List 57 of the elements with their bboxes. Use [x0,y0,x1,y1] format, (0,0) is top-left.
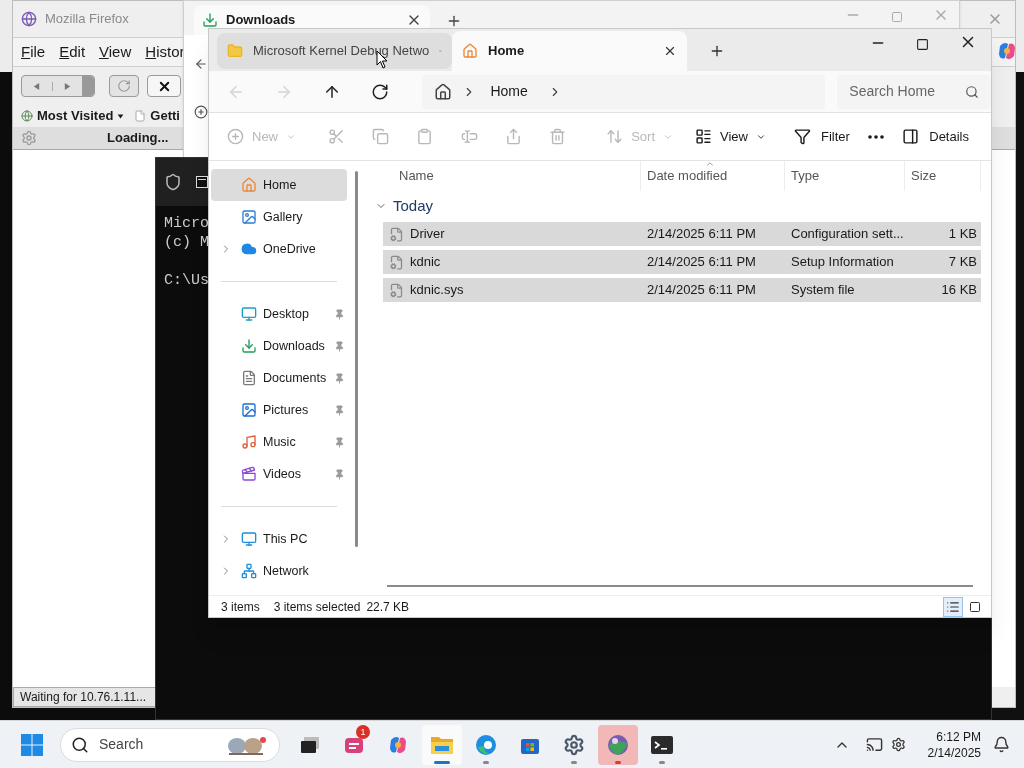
group-header: Today [393,195,434,216]
tab[interactable]: Home [452,31,687,71]
item-count: 3 items [221,598,260,616]
column-header[interactable]: Size [905,161,981,191]
console-line: (c) M [164,233,209,252]
bookmark[interactable]: Most Visited [21,106,125,126]
table-cell-text: System file [790,281,856,300]
column-header[interactable]: Date modified [641,161,785,191]
breadcrumb-item[interactable]: Home [490,81,528,102]
sidebar-item[interactable]: Music [211,426,347,458]
address-bar[interactable]: Home [422,74,826,109]
tab[interactable]: Microsoft Kernel Debug Netwo [217,33,452,69]
table-cell-text: 1 KB [947,225,978,244]
file-name: kdnic [410,253,441,272]
clock[interactable]: 6:12 PM 2/14/2025 [927,728,981,761]
console-line: Micro [164,214,209,233]
window-title: Mozilla Firefox [45,10,129,29]
search-field[interactable]: Search Home [837,74,991,109]
column-header[interactable]: Type [785,161,905,191]
table-cell-text: 2/14/2025 6:11 PM [646,253,757,272]
menu-item[interactable]: Edit [59,40,86,64]
notification-badge: 1 [356,724,370,739]
sidebar-item[interactable]: Videos [211,458,347,490]
table-cell-text: 7 KB [947,253,978,272]
column-header[interactable]: Name [383,161,641,191]
file-name: kdnic.sys [410,281,464,300]
file-row[interactable]: kdnic 2/14/2025 6:11 PM Setup Information 7 KB [383,250,981,274]
table-cell-text: Configuration sett... [790,225,905,244]
selection-size: 22.7 KB [366,598,410,616]
table-cell-text: 2/14/2025 6:11 PM [646,281,757,300]
sidebar-item[interactable]: OneDrive [211,233,347,265]
taskbar-app[interactable]: 1 [334,724,374,765]
loading-text: Loading... [107,129,169,148]
sidebar-item[interactable]: Downloads [211,330,347,362]
sidebar-item[interactable]: Network [211,555,347,587]
table-cell-text: 2/14/2025 6:11 PM [646,225,757,244]
file-row[interactable]: kdnic.sys 2/14/2025 6:11 PM System file 16 KB [383,278,981,302]
sidebar-item[interactable]: Documents [211,362,347,394]
sidebar-item[interactable]: Pictures [211,394,347,426]
menu-item[interactable]: File [21,40,46,64]
selection-count: 3 items selected [273,598,361,616]
view-menu-button[interactable]: View [689,120,772,153]
menu-item[interactable]: Histor [145,40,185,64]
menu-item[interactable]: View [99,40,132,64]
table-cell-text: 16 KB [940,281,978,300]
sidebar-item[interactable]: Home [211,169,347,201]
file-row[interactable]: Driver 2/14/2025 6:11 PM Configuration sett... 1 KB [383,222,981,246]
table-cell-text: Setup Information [790,253,895,272]
details-pane-button[interactable]: Details [898,120,973,153]
filter-button[interactable]: Filter [789,120,854,153]
sidebar-item[interactable]: Desktop [211,298,347,330]
file-name: Driver [410,225,445,244]
sidebar-item[interactable]: This PC [211,523,347,555]
console-prompt: C:\Us [164,271,209,290]
search-field[interactable]: Search [60,727,280,762]
sidebar-item[interactable]: Gallery [211,201,347,233]
bookmark[interactable]: Getti [134,106,180,126]
